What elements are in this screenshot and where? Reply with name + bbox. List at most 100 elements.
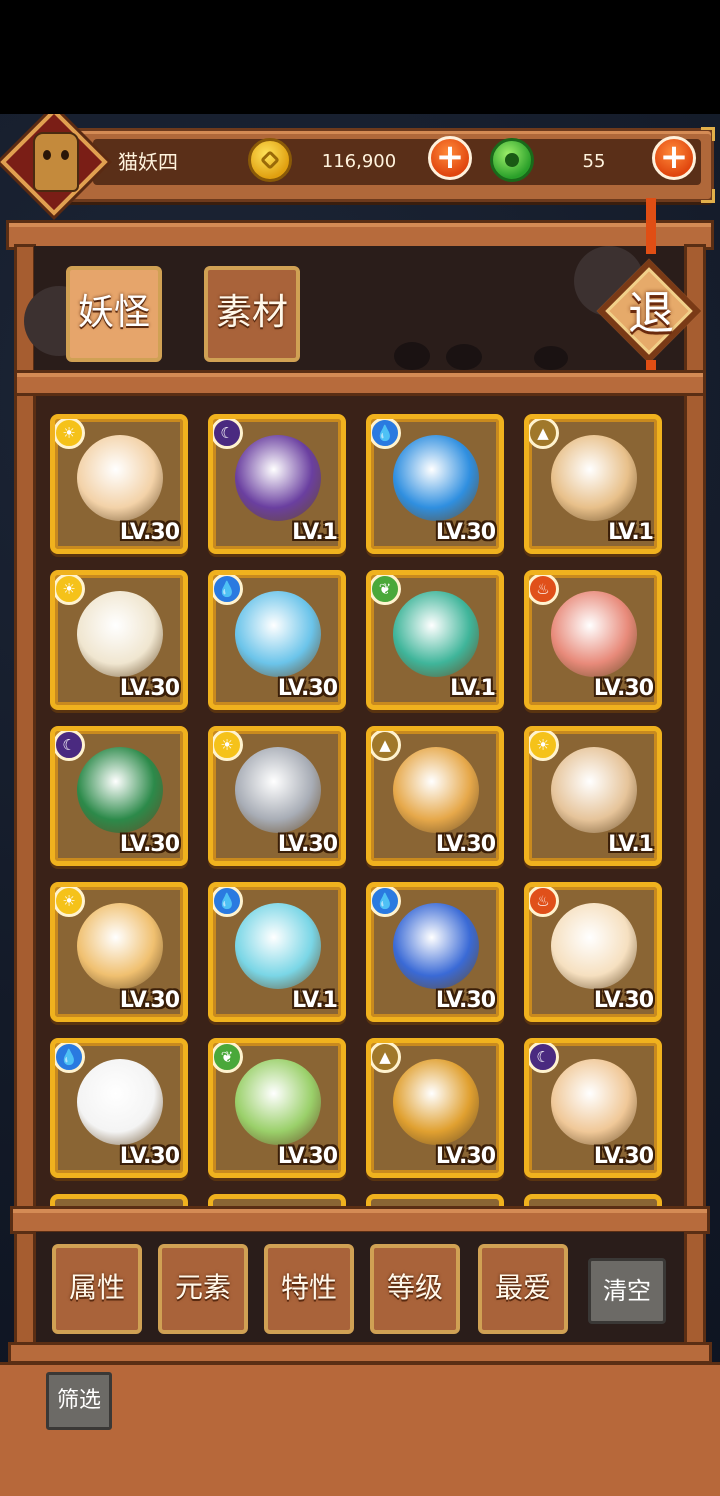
- monster-card[interactable]: 💧 LV.30: [366, 882, 504, 1022]
- monster-level: LV.30: [593, 676, 654, 701]
- sun-element-icon: ☀: [529, 731, 559, 761]
- frame-corner: [701, 189, 715, 203]
- monster-card[interactable]: 💧 LV.30: [208, 570, 346, 710]
- monster-card[interactable]: ☾ LV.30: [50, 726, 188, 866]
- frame-corner: [701, 127, 715, 141]
- filter-element-button[interactable]: 元素: [158, 1244, 248, 1334]
- add-jade-button[interactable]: +: [652, 136, 696, 180]
- monster-card[interactable]: ♨ LV.30: [524, 882, 662, 1022]
- monster-card[interactable]: ☀ LV.30: [208, 726, 346, 866]
- player-name: 猫妖四: [118, 150, 178, 174]
- exit-label: 退: [628, 286, 674, 340]
- monster-portrait-icon: [393, 435, 479, 521]
- floor-beam: [8, 1342, 712, 1364]
- player-avatar[interactable]: [0, 114, 108, 216]
- monster-card[interactable]: ☀ LV.30: [50, 882, 188, 1022]
- monster-portrait-icon: [77, 435, 163, 521]
- monster-level: LV.30: [593, 1144, 654, 1169]
- screen-filter-button[interactable]: 筛选: [46, 1372, 112, 1430]
- monster-portrait-icon: [77, 747, 163, 833]
- monster-portrait-icon: [551, 903, 637, 989]
- monster-portrait-icon: [235, 903, 321, 989]
- monster-level: LV.1: [292, 988, 338, 1013]
- coin-count: 116,900: [321, 151, 397, 172]
- monster-level: LV.30: [119, 676, 180, 701]
- monster-card[interactable]: ▲ LV.1: [524, 414, 662, 554]
- monster-card[interactable]: ❦ LV.30: [208, 1038, 346, 1178]
- monster-portrait-icon: [551, 747, 637, 833]
- avatar-portrait-icon: [33, 132, 79, 192]
- monster-card[interactable]: ▲ LV.30: [366, 726, 504, 866]
- monster-portrait-icon: [551, 591, 637, 677]
- sun-element-icon: ☀: [55, 887, 85, 917]
- exit-button[interactable]: 退: [596, 258, 704, 366]
- monster-portrait-icon: [235, 591, 321, 677]
- monster-level: LV.30: [119, 520, 180, 545]
- shelf-beam: [14, 370, 706, 396]
- monster-portrait-icon: [393, 1059, 479, 1145]
- monster-level: LV.30: [277, 1144, 338, 1169]
- monster-level: LV.1: [608, 832, 654, 857]
- cabinet-right-post: [684, 244, 706, 1364]
- monster-portrait-icon: [551, 1059, 637, 1145]
- monster-card[interactable]: ☾ LV.1: [208, 414, 346, 554]
- water-element-icon: 💧: [55, 1043, 85, 1073]
- tab-materials[interactable]: 素材: [204, 266, 300, 362]
- monster-portrait-icon: [393, 747, 479, 833]
- monster-portrait-icon: [235, 1059, 321, 1145]
- monster-card[interactable]: 💧 LV.1: [208, 882, 346, 1022]
- fire-element-icon: ♨: [529, 887, 559, 917]
- monster-level: LV.30: [435, 1144, 496, 1169]
- filter-favorite-button[interactable]: 最爱: [478, 1244, 568, 1334]
- moon-element-icon: ☾: [55, 731, 85, 761]
- monster-level: LV.30: [435, 520, 496, 545]
- monster-portrait-icon: [235, 435, 321, 521]
- clear-filters-button[interactable]: 清空: [588, 1258, 666, 1324]
- monster-level: LV.30: [119, 988, 180, 1013]
- shadow-creature-icon: [534, 346, 568, 370]
- monster-level: LV.30: [435, 832, 496, 857]
- monster-level: LV.30: [277, 676, 338, 701]
- jade-icon: [490, 138, 534, 182]
- sun-element-icon: ☀: [213, 731, 243, 761]
- monster-portrait-icon: [393, 591, 479, 677]
- water-element-icon: 💧: [371, 887, 401, 917]
- shelf-beam-bottom: [10, 1206, 710, 1234]
- wood-element-icon: ❦: [213, 1043, 243, 1073]
- sun-element-icon: ☀: [55, 419, 85, 449]
- monster-card[interactable]: ☀ LV.30: [50, 414, 188, 554]
- add-coins-button[interactable]: +: [428, 136, 472, 180]
- monster-portrait-icon: [77, 591, 163, 677]
- monster-level: LV.30: [593, 988, 654, 1013]
- exit-tassel-top: [646, 198, 656, 254]
- moon-element-icon: ☾: [213, 419, 243, 449]
- monster-portrait-icon: [77, 1059, 163, 1145]
- filter-trait-button[interactable]: 特性: [264, 1244, 354, 1334]
- monster-card[interactable]: 💧 LV.30: [366, 414, 504, 554]
- monster-card[interactable]: 💧 LV.30: [50, 1038, 188, 1178]
- monster-level: LV.30: [119, 832, 180, 857]
- monster-card[interactable]: ♨ LV.30: [524, 570, 662, 710]
- jade-count: 55: [582, 151, 606, 172]
- game-stage: 猫妖四 116,900 + 55 + 妖怪 素材 退 ☀ LV.30 ☾ LV.1 💧 L…: [0, 114, 720, 1496]
- monster-level: LV.1: [608, 520, 654, 545]
- monster-portrait-icon: [551, 435, 637, 521]
- monster-portrait-icon: [77, 903, 163, 989]
- filter-attribute-button[interactable]: 属性: [52, 1244, 142, 1334]
- monster-level: LV.30: [277, 832, 338, 857]
- earth-element-icon: ▲: [371, 731, 401, 761]
- monster-card[interactable]: ☾ LV.30: [524, 1038, 662, 1178]
- monster-card[interactable]: ☀ LV.30: [50, 570, 188, 710]
- monster-level: LV.30: [119, 1144, 180, 1169]
- fire-element-icon: ♨: [529, 575, 559, 605]
- tab-monsters[interactable]: 妖怪: [66, 266, 162, 362]
- monster-card[interactable]: ❦ LV.1: [366, 570, 504, 710]
- monster-grid: ☀ LV.30 ☾ LV.1 💧 LV.30 ▲ LV.1 ☀ LV.30 💧 LV.30 ❦ LV.1 ♨…: [36, 396, 684, 1208]
- monster-level: LV.1: [292, 520, 338, 545]
- filter-level-button[interactable]: 等级: [370, 1244, 460, 1334]
- monster-card[interactable]: ☀ LV.1: [524, 726, 662, 866]
- monster-portrait-icon: [235, 747, 321, 833]
- moon-element-icon: ☾: [529, 1043, 559, 1073]
- monster-card[interactable]: ▲ LV.30: [366, 1038, 504, 1178]
- shadow-creature-icon: [394, 342, 430, 370]
